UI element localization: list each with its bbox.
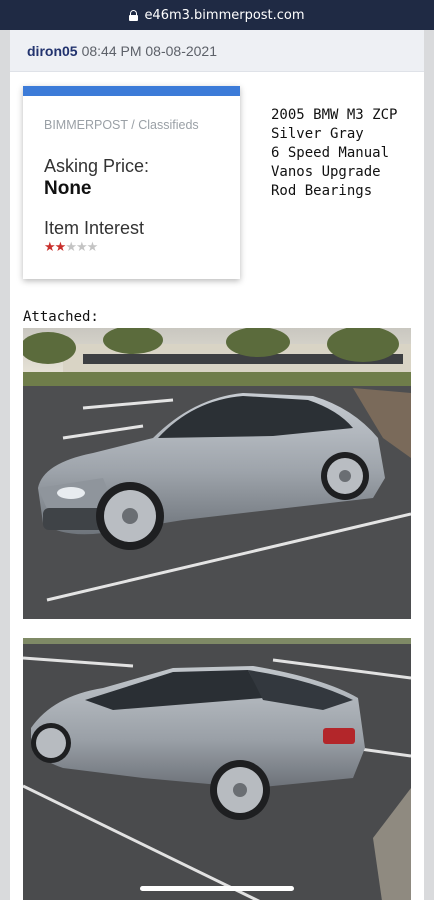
card-accent-bar	[23, 86, 240, 96]
item-interest-label: Item Interest	[44, 218, 145, 238]
spec-line: Vanos Upgrade	[271, 164, 381, 180]
spec-line: Silver Gray	[271, 126, 364, 142]
vehicle-specs: 2005 BMW M3 ZCP Silver Gray 6 Speed Manual…	[271, 106, 397, 201]
spec-line: Rod Bearings	[271, 183, 373, 199]
star-icon: ★	[44, 240, 56, 255]
spec-line: 2005 BMW M3 ZCP	[271, 107, 398, 123]
spec-line: 6 Speed Manual	[271, 145, 390, 161]
star-icon: ★	[54, 240, 67, 255]
star-icon: ★	[75, 240, 88, 255]
car-photo-rear-image	[23, 638, 411, 900]
attached-label: Attached:	[23, 309, 99, 325]
asking-price-label: Asking Price:	[44, 156, 150, 176]
post-page: diron05 08:44 PM 08-08-2021 BIMMERPOST /…	[10, 30, 424, 900]
url-text: e46m3.bimmerpost.com	[144, 7, 305, 23]
asking-price-value: None	[44, 178, 92, 199]
car-photo-front-image	[23, 328, 411, 619]
home-indicator[interactable]	[140, 886, 294, 891]
attached-photo-1[interactable]	[23, 328, 411, 619]
lock-icon	[129, 9, 139, 21]
attached-photo-2[interactable]	[23, 638, 411, 900]
post-header: diron05 08:44 PM 08-08-2021	[10, 30, 424, 72]
browser-url-bar[interactable]: e46m3.bimmerpost.com	[0, 0, 434, 30]
star-icon: ★	[65, 240, 77, 255]
classified-info-card: BIMMERPOST / Classifieds Asking Price: N…	[23, 86, 240, 279]
item-interest-rating: ★★★★★	[44, 240, 99, 255]
star-icon: ★	[86, 240, 99, 255]
post-author-link[interactable]: diron05	[27, 43, 78, 59]
post-datetime: 08:44 PM 08-08-2021	[81, 42, 218, 59]
card-breadcrumb: BIMMERPOST / Classifieds	[44, 118, 199, 132]
